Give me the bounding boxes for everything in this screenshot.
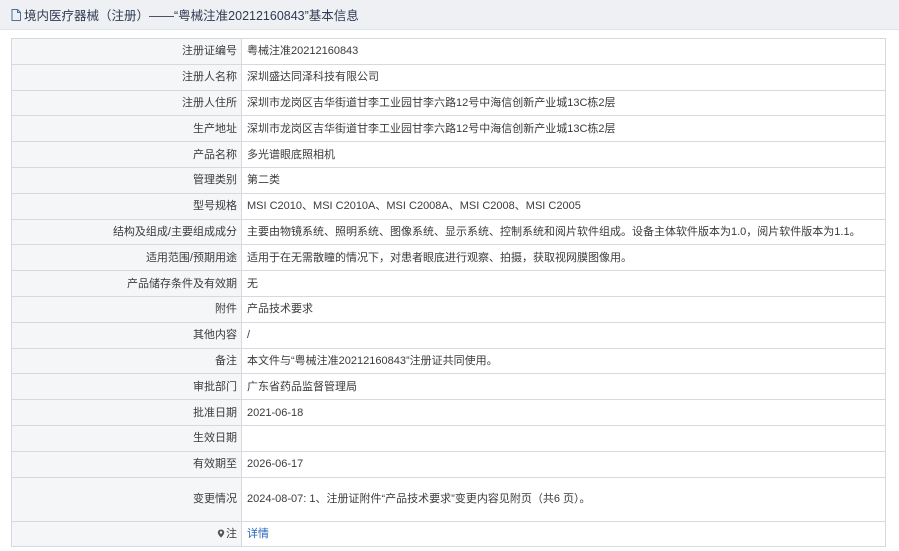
note-label: 注 — [226, 527, 237, 540]
field-label: 注册人名称 — [11, 63, 242, 91]
field-label: 生效日期 — [11, 424, 242, 452]
table-row: 变更情况 2024-08-07: 1、注册证附件“产品技术要求”变更内容见附页（共… — [11, 476, 886, 522]
field-label: 产品储存条件及有效期 — [11, 270, 242, 297]
table-row: 批准日期 2021-06-18 — [11, 399, 886, 426]
table-row: 适用范围/预期用途 适用于在无需散瞳的情况下，对患者眼底进行观察、拍摄，获取视网膜… — [11, 244, 886, 272]
table-row: 附件 产品技术要求 — [11, 295, 886, 323]
field-value: 深圳市龙岗区吉华街道甘李工业园甘李六路12号中海信创新产业城13C栋2层 — [241, 89, 886, 117]
field-label: 生产地址 — [11, 115, 242, 143]
field-value: 无 — [241, 270, 886, 297]
field-label: 批准日期 — [11, 399, 242, 426]
table-row: 结构及组成/主要组成成分 主要由物镜系统、照明系统、图像系统、显示系统、控制系统和… — [11, 218, 886, 246]
field-value: 适用于在无需散瞳的情况下，对患者眼底进行观察、拍摄，获取视网膜图像用。 — [241, 244, 886, 272]
table-row: 注册人名称 深圳盛达同泽科技有限公司 — [11, 63, 886, 91]
field-label: 有效期至 — [11, 450, 242, 478]
field-label: 附件 — [11, 295, 242, 323]
table-row: 其他内容 / — [11, 321, 886, 349]
field-value: 本文件与“粤械注准20212160843”注册证共同使用。 — [241, 347, 886, 375]
details-link[interactable]: 详情 — [247, 528, 269, 540]
field-label: 注册证编号 — [11, 38, 242, 65]
field-value: 多光谱眼底照相机 — [241, 141, 886, 168]
field-label: 结构及组成/主要组成成分 — [11, 218, 242, 246]
table-row: 注册证编号 粤械注准20212160843 — [11, 38, 886, 65]
table-row: 产品储存条件及有效期无 — [11, 270, 886, 297]
field-value: 2021-06-18 — [241, 399, 886, 426]
table-row: 备注 本文件与“粤械注准20212160843”注册证共同使用。 — [11, 347, 886, 375]
field-label: 适用范围/预期用途 — [11, 244, 242, 272]
field-label: 审批部门 — [11, 373, 242, 401]
field-value: MSI C2010、MSI C2010A、MSI C2008A、MSI C200… — [241, 192, 886, 220]
field-label: 其他内容 — [11, 321, 242, 349]
field-value: 深圳盛达同泽科技有限公司 — [241, 63, 886, 91]
field-value: 深圳市龙岗区吉华街道甘李工业园甘李六路12号中海信创新产业城13C栋2层 — [241, 115, 886, 143]
table-row: 型号规格 MSI C2010、MSI C2010A、MSI C2008A、MSI … — [11, 192, 886, 220]
field-label: 产品名称 — [11, 141, 242, 168]
table-row: 注册人住所 深圳市龙岗区吉华街道甘李工业园甘李六路12号中海信创新产业城13C栋2… — [11, 89, 886, 117]
field-value: 第二类 — [241, 166, 886, 194]
document-icon — [11, 8, 21, 21]
field-value: / — [241, 321, 886, 349]
table-row: 产品名称 多光谱眼底照相机 — [11, 141, 886, 168]
field-value — [241, 424, 886, 452]
table-row: 生效日期 — [11, 424, 886, 452]
location-pin-icon — [217, 529, 225, 538]
table-row-note: 注详情 — [11, 520, 886, 548]
field-label: 备注 — [11, 347, 242, 375]
table-row: 审批部门 广东省药品监督管理局 — [11, 373, 886, 401]
page-title: 境内医疗器械（注册）——“粤械注准20212160843”基本信息 — [24, 9, 359, 23]
note-label-cell: 注 — [11, 520, 242, 548]
table-row: 管理类别 第二类 — [11, 166, 886, 194]
table-row: 生产地址 深圳市龙岗区吉华街道甘李工业园甘李六路12号中海信创新产业城13C栋2层 — [11, 115, 886, 143]
field-label: 管理类别 — [11, 166, 242, 194]
field-value: 2024-08-07: 1、注册证附件“产品技术要求”变更内容见附页（共6 页）… — [241, 476, 886, 522]
field-value: 主要由物镜系统、照明系统、图像系统、显示系统、控制系统和阅片软件组成。设备主体软… — [241, 218, 886, 246]
field-label: 变更情况 — [11, 476, 242, 522]
info-table: 注册证编号 粤械注准20212160843 注册人名称 深圳盛达同泽科技有限公司 注册人… — [11, 38, 886, 548]
note-value-cell: 详情 — [241, 520, 886, 548]
field-value: 2026-06-17 — [241, 450, 886, 478]
page-header: 境内医疗器械（注册）——“粤械注准20212160843”基本信息 — [0, 0, 899, 30]
field-value: 产品技术要求 — [241, 295, 886, 323]
field-label: 注册人住所 — [11, 89, 242, 117]
table-row: 有效期至 2026-06-17 — [11, 450, 886, 478]
field-label: 型号规格 — [11, 192, 242, 220]
field-value: 粤械注准20212160843 — [241, 38, 886, 65]
field-value: 广东省药品监督管理局 — [241, 373, 886, 401]
